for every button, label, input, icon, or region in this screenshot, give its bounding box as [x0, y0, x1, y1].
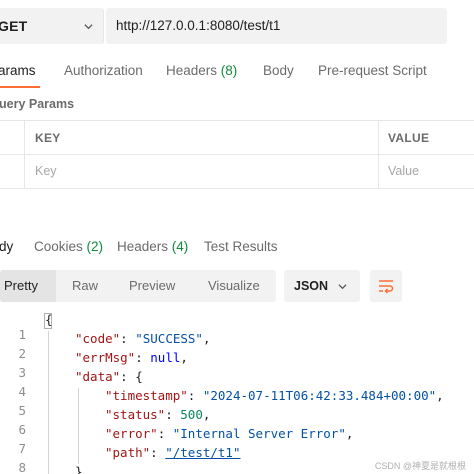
json-key: "timestamp" [105, 388, 188, 403]
table-header-border [0, 154, 474, 155]
wrap-lines-icon [379, 280, 394, 294]
json-link-value[interactable]: "/test/t1" [165, 445, 240, 460]
json-value: 500 [180, 407, 203, 422]
json-value: { [135, 369, 143, 384]
tab-params[interactable]: arams [0, 63, 36, 78]
json-value: "SUCCESS" [135, 331, 203, 346]
code-line: 7 "error": "Internal Server Error", [0, 426, 474, 456]
tab-response-headers-count: (4) [171, 239, 189, 254]
view-raw-button[interactable]: Raw [72, 270, 98, 302]
code-line: 3 "errMsg": null, [0, 350, 474, 380]
code-line: 4 "data": { [0, 369, 474, 399]
active-tab-indicator [0, 86, 40, 88]
tab-test-results-label: Test Results [204, 239, 278, 254]
tab-pre-request-script[interactable]: Pre-request Script [318, 63, 427, 78]
tab-headers-count: (8) [220, 63, 238, 78]
table-col-divider [378, 120, 379, 188]
chevron-down-icon [338, 284, 347, 290]
tab-response-headers-label: Headers [117, 239, 169, 254]
param-value-input[interactable]: Value [388, 164, 419, 178]
tab-authorization[interactable]: Authorization [64, 63, 143, 78]
tab-body-request[interactable]: Body [263, 63, 294, 78]
json-value: "2024-07-11T06:42:33.484+00:00" [202, 388, 437, 403]
tab-test-results[interactable]: Test Results [204, 239, 278, 254]
view-mode-group: Pretty Raw Preview Visualize [0, 270, 276, 302]
json-key: "status" [105, 407, 166, 422]
wrap-lines-button[interactable] [370, 270, 402, 302]
tab-cookies-label: Cookies [34, 239, 83, 254]
code-line: 5 "timestamp": "2024-07-11T06:42:33.484+… [0, 388, 474, 418]
table-col-divider [24, 120, 25, 188]
table-bottom-border [0, 188, 474, 189]
method-label: GET [0, 18, 28, 34]
tab-cookies-count: (2) [86, 239, 104, 254]
json-value: null [150, 350, 181, 365]
tab-authorization-label: Authorization [64, 63, 143, 78]
view-pretty-button[interactable]: Pretty [0, 270, 56, 302]
code-text: } [75, 464, 83, 474]
code-line: 2 "code": "SUCCESS", [0, 331, 474, 361]
query-params-title: uery Params [0, 97, 75, 111]
format-select[interactable]: JSON [284, 270, 360, 302]
watermark: CSDN @神夏是就根根 [374, 461, 466, 471]
response-body-code[interactable]: 1 { 2 "code": "SUCCESS", 3 "errMsg": nul… [0, 312, 474, 474]
tab-headers[interactable]: Headers (8) [166, 63, 237, 78]
url-input[interactable]: http://127.0.0.1:8080/test/t1 [106, 8, 447, 44]
json-key: "code" [75, 331, 121, 346]
json-value: "Internal Server Error" [172, 426, 346, 441]
tab-cookies[interactable]: Cookies (2) [34, 239, 103, 254]
tab-params-label: arams [0, 63, 36, 78]
format-label: JSON [294, 279, 329, 293]
tab-headers-label: Headers [166, 63, 218, 78]
column-header-key: KEY [35, 131, 61, 145]
code-text: { [45, 312, 53, 327]
table-top-border [0, 120, 474, 121]
json-key: "errMsg" [75, 350, 136, 365]
json-key: "error" [105, 426, 158, 441]
json-key: "data" [75, 369, 121, 384]
code-line: 6 "status": 500, [0, 407, 474, 437]
url-value: http://127.0.0.1:8080/test/t1 [116, 18, 281, 33]
view-visualize-button[interactable]: Visualize [208, 270, 260, 302]
chevron-down-icon [84, 24, 93, 30]
column-header-value: VALUE [388, 131, 430, 145]
json-key: "path" [105, 445, 151, 460]
param-key-input[interactable]: Key [35, 164, 57, 178]
tab-response-body-label: dy [0, 239, 14, 254]
code-line: 1 { [0, 312, 474, 342]
method-select[interactable]: GET [0, 8, 104, 44]
view-preview-button[interactable]: Preview [129, 270, 175, 302]
tab-response-body[interactable]: dy [0, 239, 13, 254]
tab-body-request-label: Body [263, 63, 294, 78]
tab-response-headers[interactable]: Headers (4) [117, 239, 188, 254]
tab-pre-request-label: Pre-request Script [318, 63, 427, 78]
